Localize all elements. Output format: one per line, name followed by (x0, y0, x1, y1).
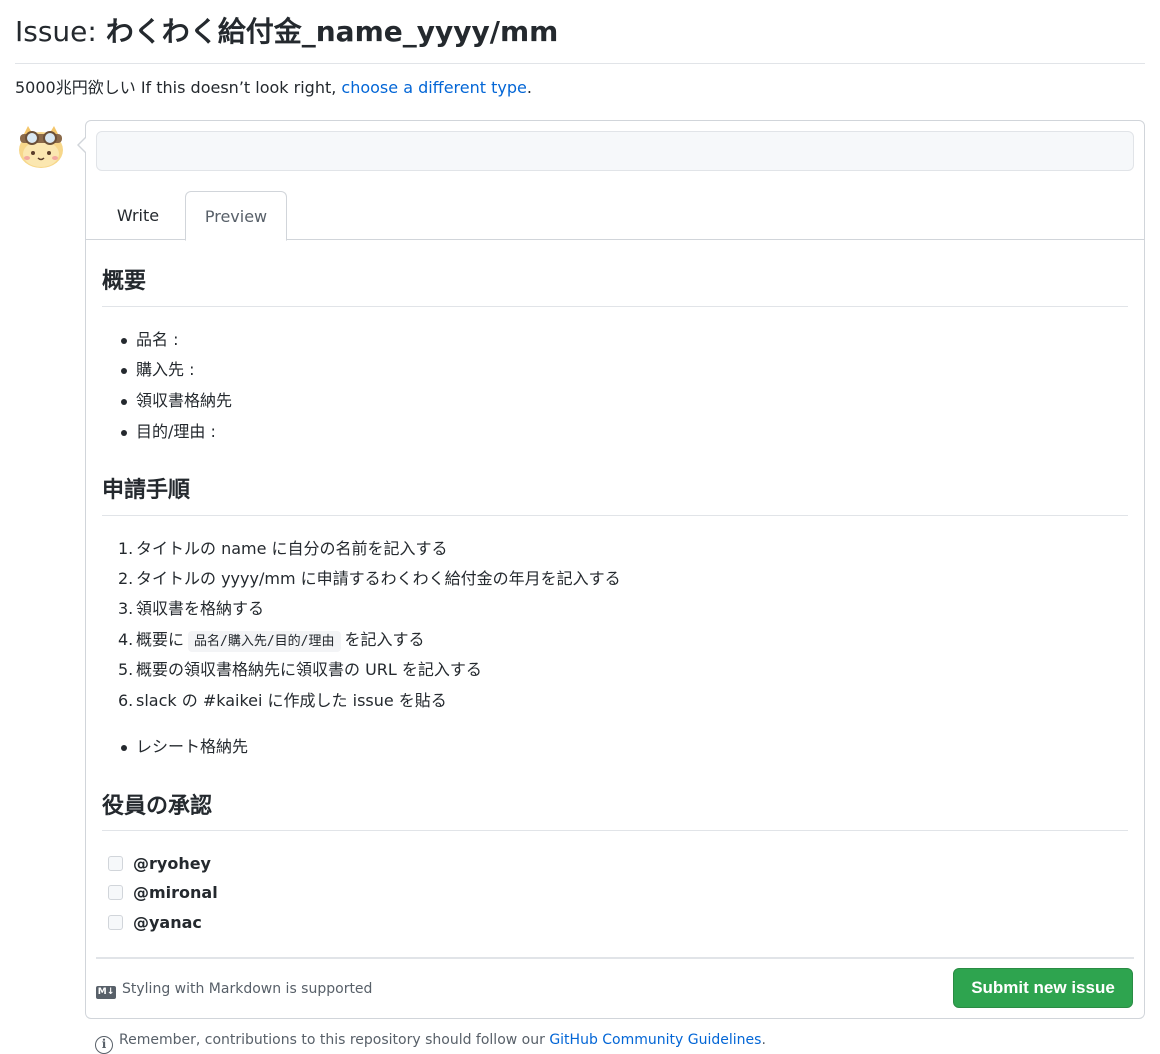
step-3: 領収書を格納する (136, 599, 265, 618)
tab-preview[interactable]: Preview (185, 191, 287, 241)
template-description: 5000兆円欲しい If this doesn’t look right, ch… (15, 76, 532, 100)
list-item-purpose: 目的/理由 : (136, 422, 216, 441)
composer-caret-inner (79, 137, 87, 153)
step-number: 2. (118, 569, 134, 588)
heading-divider (102, 306, 1128, 307)
step-number: 5. (118, 660, 134, 679)
step-4: 概要に 品名/購入先/目的/理由 を記入する (136, 628, 425, 654)
title-prefix: Issue: (15, 15, 97, 48)
step-number: 3. (118, 599, 134, 618)
approver-checkbox[interactable] (108, 885, 123, 900)
step-number: 6. (118, 691, 134, 710)
markdown-note-text: Styling with Markdown is supported (122, 981, 373, 997)
community-guidelines-link[interactable]: GitHub Community Guidelines (549, 1032, 761, 1048)
type-hint-text: If this doesn’t look right, (140, 78, 337, 97)
footer-divider (96, 957, 1134, 959)
receipt-folder-link[interactable]: レシート格納先 (136, 735, 248, 759)
heading-divider (102, 830, 1128, 831)
step-number: 4. (118, 630, 134, 649)
heading-overview: 概要 (102, 269, 147, 294)
heading-divider (102, 515, 1128, 516)
receipt-storage-link[interactable]: 領収書格納先 (136, 389, 232, 413)
description-text: 5000兆円欲しい (15, 78, 136, 97)
heading-procedure: 申請手順 (102, 478, 191, 503)
tab-write[interactable]: Write (98, 191, 178, 240)
list-item-product: 品名 : (136, 330, 179, 349)
markdown-icon: M↓ (96, 986, 116, 999)
bullet (121, 745, 127, 751)
markdown-note: M↓ Styling with Markdown is supported (96, 979, 372, 999)
template-name: わくわく給付金_name_yyyy/mm (105, 15, 559, 48)
approver-name: @ryohey (133, 854, 211, 873)
step-2: タイトルの yyyy/mm に申請するわくわく給付金の年月を記入する (136, 569, 621, 588)
title-divider (15, 63, 1145, 64)
list-item-vendor: 購入先 : (136, 360, 195, 379)
choose-different-type-link[interactable]: choose a different type (341, 78, 526, 97)
avatar[interactable] (16, 122, 66, 170)
guidelines-text: Remember, contributions to this reposito… (119, 1032, 545, 1048)
step-1: タイトルの name に自分の名前を記入する (136, 539, 448, 558)
submit-new-issue-button[interactable]: Submit new issue (953, 968, 1133, 1008)
approver-checkbox[interactable] (108, 856, 123, 871)
bullet (121, 368, 127, 374)
approver-checkbox[interactable] (108, 915, 123, 930)
step-4-post: を記入する (344, 630, 425, 649)
heading-approval: 役員の承認 (102, 794, 213, 819)
guidelines-end: . (761, 1032, 766, 1048)
bullet (121, 338, 127, 344)
step-number: 1. (118, 539, 134, 558)
type-hint-end: . (526, 78, 532, 97)
bullet (121, 399, 127, 405)
guidelines-note: i Remember, contributions to this reposit… (95, 1030, 766, 1054)
info-icon: i (95, 1036, 113, 1054)
bullet (121, 430, 127, 436)
step-4-code: 品名/購入先/目的/理由 (188, 631, 341, 652)
step-6: slack の #kaikei に作成した issue を貼る (136, 691, 447, 710)
issue-composer: Write Preview 概要 品名 : 購入先 : 領収書格納先 目的/理由… (77, 120, 1145, 1019)
page-title: Issue: わくわく給付金_name_yyyy/mm (15, 12, 558, 52)
approver-name: @mironal (133, 883, 218, 902)
approver-name: @yanac (133, 913, 202, 932)
step-5: 概要の領収書格納先に領収書の URL を記入する (136, 660, 482, 679)
issue-title-input[interactable] (96, 131, 1134, 171)
step-4-pre: 概要に (136, 630, 185, 649)
